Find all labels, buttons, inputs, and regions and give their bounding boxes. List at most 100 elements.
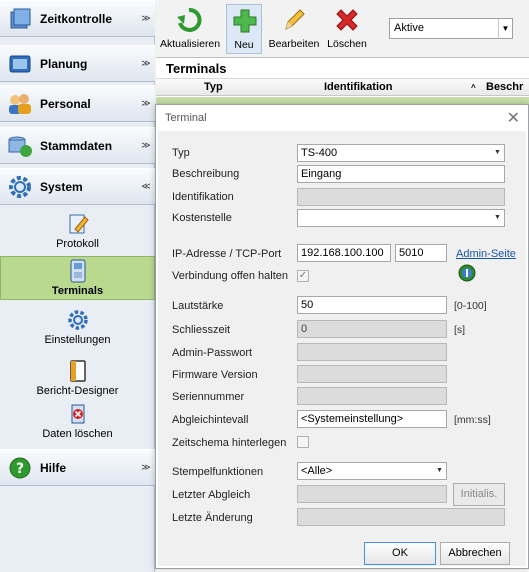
terminal-dialog: Terminal ✕ Typ TS-400 ▼ Beschreibung Ein… bbox=[155, 104, 529, 569]
sidebar-item-label: Einstellungen bbox=[44, 334, 111, 346]
identifikation-input bbox=[297, 188, 505, 206]
nav-group-planung[interactable]: Planung ≫ bbox=[0, 45, 155, 82]
initialis-button[interactable]: Initialis. bbox=[453, 483, 505, 506]
tcp-port-input[interactable]: 5010 bbox=[395, 244, 447, 262]
nav-group-label: Planung bbox=[40, 56, 88, 71]
button-label: Aktualisieren bbox=[160, 38, 221, 50]
grid-title: Terminals bbox=[166, 61, 227, 76]
schliesszeit-value: 0 bbox=[301, 323, 308, 335]
dialog-body: Typ TS-400 ▼ Beschreibung Eingang Identi… bbox=[158, 131, 526, 566]
pencil-document-icon bbox=[66, 212, 90, 236]
nav-group-label: Stammdaten bbox=[40, 138, 113, 153]
sidebar-item-label: Bericht-Designer bbox=[36, 385, 119, 397]
admin-page-link[interactable]: Admin-Seite bbox=[456, 248, 516, 260]
plus-icon bbox=[227, 5, 263, 37]
port-value: 5010 bbox=[399, 247, 424, 259]
filter-select[interactable]: Aktive ▼ bbox=[389, 18, 513, 39]
people-icon bbox=[6, 90, 34, 118]
sidebar-item-bericht-designer[interactable]: Bericht-Designer bbox=[0, 357, 155, 401]
letzte-aenderung-input bbox=[297, 508, 505, 526]
verbindung-checkbox[interactable]: ✓ bbox=[297, 270, 309, 282]
typ-select[interactable]: TS-400 ▼ bbox=[297, 144, 505, 162]
sidebar-item-label: Daten löschen bbox=[42, 428, 113, 440]
nav-group-hilfe[interactable]: ? Hilfe ≫ bbox=[0, 449, 155, 486]
sidebar-item-terminals[interactable]: Terminals bbox=[0, 256, 155, 300]
sidebar-item-protokoll[interactable]: Protokoll bbox=[0, 210, 155, 254]
lautstaerke-value: 50 bbox=[301, 299, 314, 311]
column-header-identifikation[interactable]: Identifikation bbox=[324, 81, 392, 93]
chevron-down-icon[interactable]: ▼ bbox=[498, 19, 512, 38]
bearbeiten-button[interactable]: Bearbeiten bbox=[268, 4, 320, 54]
schliesszeit-input: 0 bbox=[297, 320, 447, 338]
lautstaerke-input[interactable]: 50 bbox=[297, 296, 447, 314]
label-abgleichintervall: Abgleichintevall bbox=[172, 414, 249, 426]
chevron-down-icon[interactable]: ▼ bbox=[491, 210, 504, 226]
chevron-down-icon[interactable]: ≫ bbox=[137, 13, 155, 24]
seriennummer-input bbox=[297, 387, 447, 405]
network-status-icon bbox=[458, 264, 476, 285]
document-stack-icon bbox=[6, 5, 34, 33]
cancel-button[interactable]: Abbrechen bbox=[440, 542, 510, 565]
dialog-title: Terminal bbox=[165, 112, 207, 124]
nav-group-system[interactable]: System ≪ bbox=[0, 168, 155, 205]
chevron-down-icon[interactable]: ≫ bbox=[137, 58, 155, 69]
beschreibung-input[interactable]: Eingang bbox=[297, 165, 505, 183]
label-letzter-abgleich: Letzter Abgleich bbox=[172, 489, 251, 501]
label-firmware: Firmware Version bbox=[172, 369, 258, 381]
nav-group-label: System bbox=[40, 179, 83, 194]
sidebar: Zeitkontrolle ≫ Planung ≫ Personal ≫ Sta… bbox=[0, 0, 155, 572]
kostenstelle-select[interactable]: ▼ bbox=[297, 209, 505, 227]
delete-data-icon bbox=[66, 402, 90, 426]
close-icon[interactable]: ✕ bbox=[507, 108, 520, 128]
beschreibung-value: Eingang bbox=[301, 168, 342, 180]
chevron-down-icon[interactable]: ▼ bbox=[491, 145, 504, 161]
label-typ: Typ bbox=[172, 147, 190, 159]
column-header-typ[interactable]: Typ bbox=[204, 81, 223, 93]
stempelfunktionen-value: <Alle> bbox=[301, 465, 333, 477]
chevron-down-icon[interactable]: ≫ bbox=[137, 140, 155, 151]
zeitschema-checkbox[interactable] bbox=[297, 436, 309, 448]
aktualisieren-button[interactable]: Aktualisieren bbox=[160, 4, 221, 54]
monitor-icon bbox=[6, 50, 34, 78]
label-seriennummer: Seriennummer bbox=[172, 391, 245, 403]
loeschen-button[interactable]: Löschen bbox=[326, 4, 368, 54]
sidebar-item-einstellungen[interactable]: Einstellungen bbox=[0, 306, 155, 350]
chevron-down-icon[interactable]: ≫ bbox=[137, 98, 155, 109]
nav-group-personal[interactable]: Personal ≫ bbox=[0, 85, 155, 122]
column-header-beschreibung[interactable]: Beschr bbox=[486, 81, 523, 93]
letzter-abgleich-input bbox=[297, 485, 447, 503]
pencil-icon bbox=[276, 4, 312, 36]
nav-group-label: Zeitkontrolle bbox=[40, 11, 113, 26]
svg-text:?: ? bbox=[16, 461, 24, 477]
toolbar: Aktualisieren Neu Bearbeiten Löschen Akt… bbox=[156, 0, 529, 57]
sidebar-item-label: Terminals bbox=[51, 285, 104, 297]
chevron-down-icon[interactable]: ▼ bbox=[433, 463, 446, 479]
abgleichintervall-input[interactable]: <Systemeinstellung> bbox=[297, 410, 447, 428]
chevron-down-icon[interactable]: ≫ bbox=[137, 462, 155, 473]
button-label: Bearbeiten bbox=[268, 38, 320, 50]
typ-value: TS-400 bbox=[301, 147, 338, 159]
label-stempelfunktionen: Stempelfunktionen bbox=[172, 466, 264, 478]
sidebar-item-daten-loeschen[interactable]: Daten löschen bbox=[0, 400, 155, 444]
neu-button[interactable]: Neu bbox=[226, 4, 262, 54]
stempelfunktionen-select[interactable]: <Alle> ▼ bbox=[297, 462, 447, 480]
unit-schliesszeit: [s] bbox=[454, 324, 466, 336]
label-verbindung: Verbindung offen halten bbox=[172, 270, 289, 282]
ok-button[interactable]: OK bbox=[364, 542, 436, 565]
terminal-device-icon bbox=[66, 259, 90, 283]
nav-group-label: Personal bbox=[40, 96, 91, 111]
button-label: Löschen bbox=[327, 38, 367, 50]
abgleichintervall-value: <Systemeinstellung> bbox=[301, 413, 404, 425]
ip-address-input[interactable]: 192.168.100.100 bbox=[297, 244, 391, 262]
label-kostenstelle: Kostenstelle bbox=[172, 212, 232, 224]
chevron-up-icon[interactable]: ≪ bbox=[137, 181, 155, 192]
gear-icon bbox=[6, 173, 34, 201]
sidebar-item-label: Protokoll bbox=[56, 238, 99, 250]
label-letzte-aenderung: Letzte Änderung bbox=[172, 512, 253, 524]
button-label: Neu bbox=[234, 39, 254, 51]
ip-value: 192.168.100.100 bbox=[301, 247, 384, 259]
unit-abgleich: [mm:ss] bbox=[454, 414, 491, 426]
nav-group-zeitkontrolle[interactable]: Zeitkontrolle ≫ bbox=[0, 0, 155, 37]
nav-group-stammdaten[interactable]: Stammdaten ≫ bbox=[0, 127, 155, 164]
sort-ascending-icon: ^ bbox=[471, 83, 476, 92]
